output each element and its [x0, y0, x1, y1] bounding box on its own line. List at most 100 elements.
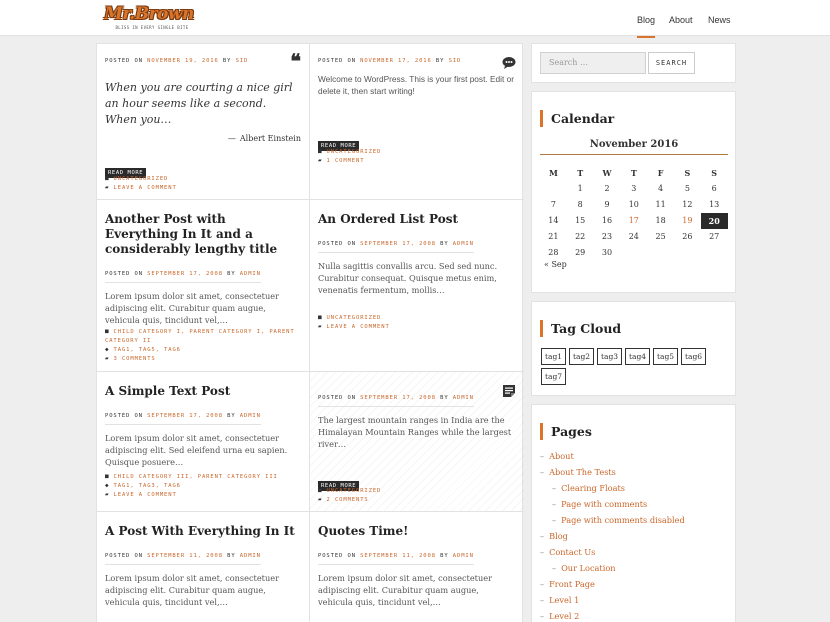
post-author-link[interactable]: SID: [236, 58, 249, 64]
post-date-link[interactable]: SEPTEMBER 17, 2008: [360, 241, 436, 247]
post-categories: ■ CHILD CATEGORY I, PARENT CATEGORY I, PA…: [105, 327, 301, 346]
page-link[interactable]: – Level 1: [540, 595, 579, 605]
page-link[interactable]: – About: [540, 451, 574, 461]
calendar-day: 14: [548, 216, 559, 225]
page-link[interactable]: – Blog: [540, 531, 568, 541]
category-link[interactable]: UNCATEGORIZED: [327, 315, 382, 321]
nav-about[interactable]: About: [669, 15, 693, 25]
comments-link[interactable]: 3 COMMENTS: [114, 356, 156, 362]
page-link[interactable]: – Page with comments: [552, 499, 647, 509]
post-card: POSTED ON NOVEMBER 19, 2016 BY SID ❝ Whe…: [97, 44, 309, 199]
calendar-widget: Calendar November 2016 MTWTFSS1234567891…: [531, 91, 736, 293]
page-label: Contact Us: [549, 547, 596, 557]
page-link[interactable]: – Level 2: [540, 611, 579, 621]
comments-link[interactable]: 2 COMMENTS: [327, 497, 369, 503]
quote-citation: — Albert Einstein: [227, 134, 301, 143]
page-label: Level 1: [549, 595, 580, 605]
tag-link[interactable]: tag1: [541, 348, 567, 365]
list-dash: –: [540, 467, 545, 477]
list-dash: –: [552, 515, 557, 525]
comments-link[interactable]: LEAVE A COMMENT: [327, 324, 390, 330]
calendar-weekday: F: [657, 168, 664, 178]
comments-link[interactable]: LEAVE A COMMENT: [114, 185, 177, 191]
post-card: POSTED ON NOVEMBER 17, 2016 BY SID Welco…: [310, 44, 524, 199]
tag-link[interactable]: tag7: [541, 368, 567, 385]
post-date-link[interactable]: SEPTEMBER 11, 2008: [147, 553, 223, 559]
calendar-day: 22: [575, 232, 586, 241]
category-link[interactable]: UNCATEGORIZED: [114, 176, 169, 182]
page-label: Clearing Floats: [561, 483, 625, 493]
post-author-link[interactable]: ADMIN: [240, 413, 261, 419]
calendar-day: 9: [604, 200, 610, 209]
list-dash: –: [540, 531, 545, 541]
tag-link[interactable]: tag3: [597, 348, 623, 365]
post-excerpt: Welcome to WordPress. This is your first…: [318, 74, 514, 96]
calendar-day-link[interactable]: 19: [674, 213, 701, 229]
post-date-link[interactable]: SEPTEMBER 17, 2008: [147, 413, 223, 419]
page-link[interactable]: – Contact Us: [540, 547, 595, 557]
post-title[interactable]: A Simple Text Post: [105, 384, 301, 399]
post-comments: ▰ 1 COMMENT: [318, 156, 364, 166]
post-grid: POSTED ON NOVEMBER 19, 2016 BY SID ❝ Whe…: [96, 43, 524, 622]
post-date-link[interactable]: NOVEMBER 19, 2016: [147, 58, 219, 64]
page-label: Page with comments disabled: [561, 515, 685, 525]
post-comments: ▰ LEAVE A COMMENT: [318, 322, 390, 332]
tag-icon: ◆: [105, 346, 110, 353]
post-meta: POSTED ON SEPTEMBER 11, 2008 BY ADMIN: [318, 551, 474, 565]
site-logo[interactable]: Mr.Brown BLISS IN EVERY SINGLE BITE: [104, 4, 194, 32]
post-date-link[interactable]: SEPTEMBER 17, 2008: [147, 271, 223, 277]
calendar-prev-link[interactable]: « Sep: [544, 260, 567, 269]
page-link[interactable]: – Our Location: [552, 563, 616, 573]
list-dash: –: [552, 483, 557, 493]
folder-icon: ■: [318, 314, 323, 321]
page-link[interactable]: – Front Page: [540, 579, 595, 589]
post-author-link[interactable]: ADMIN: [240, 553, 261, 559]
comments-link[interactable]: LEAVE A COMMENT: [114, 492, 177, 498]
calendar-day: 1: [577, 184, 583, 193]
tag-link[interactable]: tag5: [653, 348, 679, 365]
post-title[interactable]: An Ordered List Post: [318, 212, 516, 227]
search-button[interactable]: SEARCH: [648, 52, 695, 74]
calendar-day: 13: [709, 200, 720, 209]
nav-news[interactable]: News: [708, 15, 731, 25]
calendar-day-link[interactable]: 17: [620, 213, 647, 229]
post-meta: POSTED ON SEPTEMBER 17, 2008 BY ADMIN: [318, 239, 474, 253]
calendar-day: 28: [548, 248, 559, 257]
search-input[interactable]: Search …: [540, 52, 646, 74]
post-author-link[interactable]: ADMIN: [453, 553, 474, 559]
page-link[interactable]: – Clearing Floats: [552, 483, 625, 493]
tag-link[interactable]: TAG1, TAG5, TAG6: [114, 347, 181, 353]
tag-link[interactable]: tag4: [625, 348, 651, 365]
post-date-link[interactable]: NOVEMBER 17, 2016: [360, 58, 432, 64]
tag-link[interactable]: TAG1, TAG3, TAG6: [114, 483, 181, 489]
post-author-link[interactable]: ADMIN: [453, 395, 474, 401]
post-card: A Simple Text Post POSTED ON SEPTEMBER 1…: [97, 372, 309, 511]
folder-icon: ■: [105, 473, 110, 480]
post-author-link[interactable]: ADMIN: [240, 271, 261, 277]
comment-icon: ▰: [318, 496, 323, 503]
category-link[interactable]: UNCATEGORIZED: [327, 488, 382, 494]
category-link[interactable]: CHILD CATEGORY III, PARENT CATEGORY III: [114, 474, 278, 480]
post-title[interactable]: Quotes Time!: [318, 524, 516, 539]
category-link[interactable]: CHILD CATEGORY I, PARENT CATEGORY I, PAR…: [105, 329, 295, 344]
post-date-link[interactable]: SEPTEMBER 11, 2008: [360, 553, 436, 559]
post-meta: POSTED ON SEPTEMBER 11, 2008 BY ADMIN: [105, 551, 261, 565]
post-author-link[interactable]: SID: [449, 58, 462, 64]
tag-link[interactable]: tag6: [681, 348, 707, 365]
category-link[interactable]: UNCATEGORIZED: [327, 149, 382, 155]
calendar-day: 26: [682, 232, 693, 241]
post-card: An Ordered List Post POSTED ON SEPTEMBER…: [310, 200, 524, 371]
post-date-link[interactable]: SEPTEMBER 17, 2008: [360, 395, 436, 401]
calendar-day: 4: [658, 184, 664, 193]
post-title[interactable]: Another Post with Everything In It and a…: [105, 212, 301, 257]
comments-link[interactable]: 1 COMMENT: [327, 158, 365, 164]
post-title[interactable]: A Post With Everything In It: [105, 524, 301, 539]
chat-icon: [502, 56, 516, 73]
nav-blog[interactable]: Blog: [637, 15, 656, 38]
post-comments: ▰ 3 COMMENTS: [105, 354, 156, 364]
folder-icon: ■: [318, 487, 323, 494]
page-link[interactable]: – Page with comments disabled: [552, 515, 685, 525]
page-link[interactable]: – About The Tests: [540, 467, 616, 477]
post-author-link[interactable]: ADMIN: [453, 241, 474, 247]
tag-link[interactable]: tag2: [569, 348, 595, 365]
